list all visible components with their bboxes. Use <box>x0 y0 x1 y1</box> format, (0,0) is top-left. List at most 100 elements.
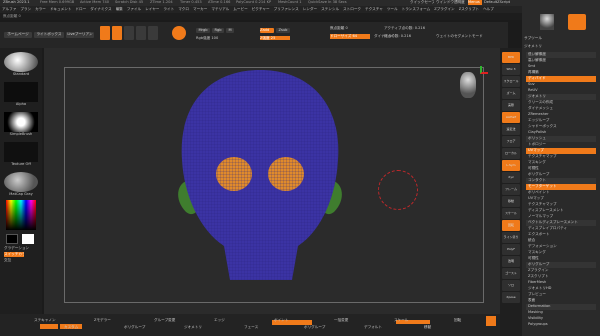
palette-item[interactable]: ReUV <box>526 88 596 94</box>
menu-item[interactable]: アルファ <box>2 6 16 13</box>
tool-thumbnail-icon[interactable] <box>540 14 554 30</box>
alpha-icon[interactable] <box>4 112 38 132</box>
zadd-button[interactable]: Zadd <box>260 28 274 33</box>
palette-item[interactable]: 再構築 <box>526 70 596 76</box>
palette-item[interactable]: ディスプレイプロパティ <box>526 226 596 232</box>
simple-brush-thumbnail-icon[interactable] <box>568 14 586 30</box>
palette-item[interactable]: デフォメーション <box>526 244 596 250</box>
palette-item[interactable]: トポロジー <box>526 142 596 148</box>
quicksave-button[interactable]: クイックセーブ <box>410 0 434 5</box>
bottom-item[interactable]: 移動 <box>424 325 452 330</box>
bottom-item[interactable]: スケール <box>394 318 422 323</box>
palette-item[interactable]: Zスクリプト <box>526 274 596 280</box>
menu-item[interactable]: カラー <box>35 6 46 13</box>
right-shelf-button[interactable]: スクロール <box>502 76 520 87</box>
palette-item[interactable]: ディスプレースメント <box>526 208 596 214</box>
menu-item[interactable]: ヘルプ <box>483 6 494 13</box>
standard-brush-icon[interactable] <box>4 52 38 72</box>
menu-item[interactable]: Zプラグイン <box>434 6 454 13</box>
rgb-button[interactable]: Rgb <box>212 28 224 33</box>
rgb-intensity-slider[interactable]: Rgb強度 100 <box>196 36 236 41</box>
color-picker[interactable] <box>6 200 36 230</box>
menu-item[interactable]: ムービー <box>233 6 247 13</box>
bottom-item[interactable]: グループ変更 <box>154 318 182 323</box>
palette-item[interactable]: エッジループ <box>526 118 596 124</box>
right-shelf-button[interactable]: Xpose <box>502 292 520 303</box>
right-shelf-button[interactable]: ソロ <box>502 280 520 291</box>
menu-item[interactable]: ピクチャー <box>252 6 270 13</box>
palette-item[interactable]: ZRemesher <box>526 112 596 118</box>
right-shelf-button[interactable]: 透明 <box>502 256 520 267</box>
switch-color-button[interactable]: スイッチカラー <box>4 252 24 257</box>
palette-item[interactable]: FiberMesh <box>526 280 596 286</box>
palette-item[interactable]: ポリッシュ <box>526 136 596 142</box>
bottom-item[interactable]: カスタム <box>64 325 92 330</box>
palette-item[interactable]: テクスチャマップ <box>526 202 596 208</box>
palette-item[interactable]: エクスポート <box>526 232 596 238</box>
head-model[interactable] <box>160 60 360 290</box>
right-shelf-button[interactable]: 回転 <box>502 220 520 231</box>
right-shelf-button[interactable]: ライン塗り <box>502 232 520 243</box>
right-shelf-button[interactable]: 実際 <box>502 100 520 111</box>
palette-item[interactable]: シャドーボックス <box>526 124 596 130</box>
mrgb-button[interactable]: Mrgb <box>196 28 210 33</box>
material-sphere-icon[interactable] <box>172 26 186 40</box>
palette-item[interactable]: Suv <box>526 82 596 88</box>
palette-item[interactable]: ジオメトリHD <box>526 286 596 292</box>
palette-item[interactable]: Visibility <box>526 316 596 322</box>
palette-item[interactable]: マスキング <box>526 250 596 256</box>
menu-item[interactable]: マーカー <box>193 6 207 13</box>
right-shelf-button[interactable]: PolyF <box>502 244 520 255</box>
palette-item[interactable]: ノーマルマップ <box>526 214 596 220</box>
menu-item[interactable]: ファイル <box>127 6 141 13</box>
palette-item[interactable]: クリースの作成 <box>526 100 596 106</box>
menu-item[interactable]: Zスクリプト <box>459 6 479 13</box>
menu-item[interactable]: ツール <box>387 6 398 13</box>
palette-item[interactable]: ダイナメッシュ <box>526 106 596 112</box>
right-shelf-button[interactable]: AAHalf <box>502 112 520 123</box>
menu-item[interactable]: マテリアル <box>211 6 229 13</box>
palette-item[interactable]: Smt <box>526 64 596 70</box>
palette-item[interactable]: ClayPolish <box>526 130 596 136</box>
palette-item[interactable]: マスキング <box>526 160 596 166</box>
texture-icon[interactable] <box>4 142 38 162</box>
palette-item[interactable]: Deformation <box>526 304 596 310</box>
stroke-icon[interactable] <box>4 82 38 102</box>
zsub-button[interactable]: Zsub <box>276 28 290 33</box>
secondary-color-swatch[interactable] <box>22 234 34 244</box>
menu-item[interactable]: ダイナミクス <box>90 6 111 13</box>
bottom-item[interactable]: ポリグループ <box>124 325 152 330</box>
right-shelf-button[interactable]: ズーム <box>502 88 520 99</box>
live-boolean-button[interactable]: Liveブーリアン <box>66 32 94 38</box>
draw-button[interactable] <box>112 26 122 40</box>
menu-item[interactable]: マクロ <box>178 6 189 13</box>
matcap-icon[interactable] <box>4 172 38 192</box>
gradient-label[interactable]: グラデーション <box>4 246 38 251</box>
bottom-item[interactable]: 回転 <box>454 318 482 323</box>
primary-color-swatch[interactable] <box>6 234 18 244</box>
focal-shift[interactable]: 焦点距離 0 <box>330 26 370 31</box>
axis-gizmo-icon[interactable] <box>480 66 488 74</box>
menu-item[interactable]: ドキュメント <box>50 6 72 13</box>
bottom-item[interactable]: フェース <box>244 325 272 330</box>
palette-item[interactable]: 可視性 <box>526 166 596 172</box>
edit-button[interactable] <box>100 26 110 40</box>
move-button[interactable] <box>124 26 134 40</box>
palette-item[interactable]: ジオメトリ <box>526 94 596 100</box>
default-zscript[interactable]: DefaultZScript <box>484 0 520 5</box>
palette-item[interactable]: 可視性 <box>526 256 596 262</box>
palette-item[interactable]: コンタクト <box>526 178 596 184</box>
right-shelf-button[interactable]: フロア <box>502 136 520 147</box>
right-shelf-button[interactable]: Xyz <box>502 172 520 183</box>
transparency-button[interactable]: ウインドウ透明度 <box>436 0 466 5</box>
rotate-button[interactable] <box>148 26 158 40</box>
bottom-item[interactable]: Zモデラー <box>94 318 122 323</box>
right-shelf-button[interactable]: スケール <box>502 208 520 219</box>
palette-item[interactable]: プレビュー <box>526 292 596 298</box>
palette-item[interactable]: ポリグループ <box>526 172 596 178</box>
palette-item[interactable]: 低い解像度 <box>526 52 596 58</box>
right-shelf-button[interactable]: ゴースト <box>502 268 520 279</box>
menu-item[interactable]: レンダー <box>303 6 317 13</box>
weight-mode[interactable]: ウェイトのセグメントモード <box>436 34 496 39</box>
bottom-item[interactable]: エッジ <box>214 318 242 323</box>
